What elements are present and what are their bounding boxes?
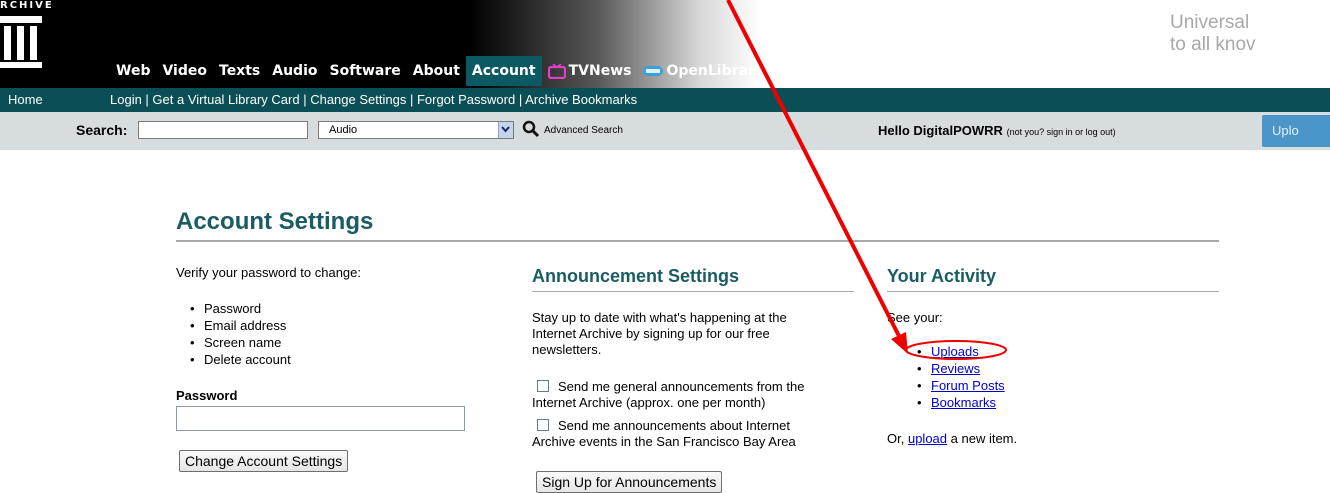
activity-list: Uploads Reviews Forum Posts Bookmarks (917, 343, 1005, 411)
subnav-change-settings-link[interactable]: Change Settings (310, 92, 406, 107)
search-type-select[interactable]: Audio (318, 121, 514, 139)
upload-prompt-suffix: a new item. (950, 431, 1018, 446)
tagline-line-1: Universal (1170, 12, 1250, 33)
nav-openlibrary[interactable]: OpenLibrary (637, 56, 770, 86)
upload-prompt-prefix: Or, (887, 431, 905, 446)
subnav-links: Login | Get a Virtual Library Card | Cha… (110, 92, 638, 107)
tagline-line-2: to all knov (1170, 34, 1256, 55)
forum-posts-link[interactable]: Forum Posts (931, 378, 1005, 393)
uploads-link[interactable]: Uploads (931, 344, 979, 359)
upload-prompt: Or, upload a new item. (887, 431, 1017, 447)
nav-tvnews[interactable]: TVNews (542, 56, 638, 86)
nav-texts[interactable]: Texts (213, 56, 266, 86)
annotation-arrow-head (891, 332, 908, 354)
option-line: Archive events in the San Francisco Bay … (532, 434, 796, 449)
bay-area-announcements-label[interactable]: Send me announcements about Internet Arc… (532, 418, 796, 450)
nav-video[interactable]: Video (156, 56, 213, 86)
hello-user-name: Hello DigitalPOWRR (878, 123, 1003, 138)
list-item: Reviews (917, 360, 1005, 377)
nav-openlibrary-label: OpenLibrary (666, 63, 764, 79)
list-item: Password (190, 300, 291, 317)
nav-audio[interactable]: Audio (266, 56, 323, 86)
upload-link[interactable]: upload (908, 431, 947, 446)
reviews-link[interactable]: Reviews (931, 361, 980, 376)
subnav-bookmarks-link[interactable]: Archive Bookmarks (525, 92, 637, 107)
open-library-icon (643, 66, 664, 76)
announcement-intro-line: Internet Archive by signing up for our f… (532, 326, 770, 341)
upload-button[interactable]: Uplo (1262, 115, 1330, 147)
bookmarks-link[interactable]: Bookmarks (931, 395, 996, 410)
general-announcements-label[interactable]: Send me general announcements from the I… (532, 379, 804, 411)
logo-wordmark: RCHIVE (0, 0, 54, 11)
nav-account[interactable]: Account (465, 56, 542, 86)
archive-logo-icon[interactable] (0, 16, 42, 68)
hello-user: Hello DigitalPOWRR (not you? sign in or … (878, 123, 1116, 138)
tv-icon (547, 63, 566, 79)
announcement-intro-line: newsletters. (532, 342, 602, 357)
not-you-link[interactable]: (not you? sign in or log out) (1007, 127, 1116, 137)
nav-web[interactable]: Web (110, 56, 156, 86)
list-item: Delete account (190, 351, 291, 368)
list-item: Email address (190, 317, 291, 334)
list-item: Screen name (190, 334, 291, 351)
announcement-divider (532, 291, 854, 292)
title-divider (176, 240, 1219, 242)
advanced-search-link[interactable]: Advanced Search (544, 125, 623, 136)
change-account-settings-button[interactable]: Change Account Settings (179, 450, 349, 472)
password-field[interactable] (176, 406, 465, 431)
option-line: Internet Archive (approx. one per month) (532, 395, 766, 410)
search-icon[interactable] (522, 120, 540, 138)
tagline: Universal to all knov (1170, 12, 1330, 56)
option-line: Send me general announcements from the (558, 379, 805, 394)
subnav-library-card-link[interactable]: Get a Virtual Library Card (152, 92, 299, 107)
password-label: Password (176, 388, 238, 403)
sub-nav: Home Login | Get a Virtual Library Card … (0, 88, 1330, 112)
chevron-down-icon (498, 122, 513, 138)
list-item: Uploads (917, 343, 1005, 360)
nav-software[interactable]: Software (324, 56, 407, 86)
nav-tvnews-label: TVNews (568, 63, 632, 79)
announcement-intro-line: Stay up to date with what's happening at… (532, 310, 787, 325)
search-input[interactable] (138, 121, 308, 139)
subnav-home-link[interactable]: Home (8, 88, 43, 112)
list-item: Forum Posts (917, 377, 1005, 394)
announcement-intro: Stay up to date with what's happening at… (532, 310, 787, 358)
nav-about[interactable]: About (407, 56, 466, 86)
search-label: Search: (76, 122, 128, 138)
option-line: Send me announcements about Internet (558, 418, 790, 433)
announcement-heading: Announcement Settings (532, 266, 740, 286)
top-bar: RCHIVE Web Video Texts Audio Software Ab… (0, 0, 1330, 88)
activity-heading: Your Activity (887, 266, 997, 286)
verify-list: Password Email address Screen name Delet… (190, 300, 291, 368)
search-bar: Search: Audio Advanced Search Hello Digi… (0, 112, 1330, 150)
main-nav: Web Video Texts Audio Software About Acc… (110, 56, 770, 86)
list-item: Bookmarks (917, 394, 1005, 411)
verify-intro: Verify your password to change: (176, 265, 361, 280)
subnav-forgot-password-link[interactable]: Forgot Password (417, 92, 515, 107)
activity-divider (887, 291, 1219, 292)
activity-intro: See your: (887, 310, 943, 325)
subnav-login-link[interactable]: Login (110, 92, 142, 107)
search-type-selected: Audio (329, 124, 358, 136)
sign-up-announcements-button[interactable]: Sign Up for Announcements (536, 471, 723, 493)
page-title: Account Settings (176, 208, 374, 235)
